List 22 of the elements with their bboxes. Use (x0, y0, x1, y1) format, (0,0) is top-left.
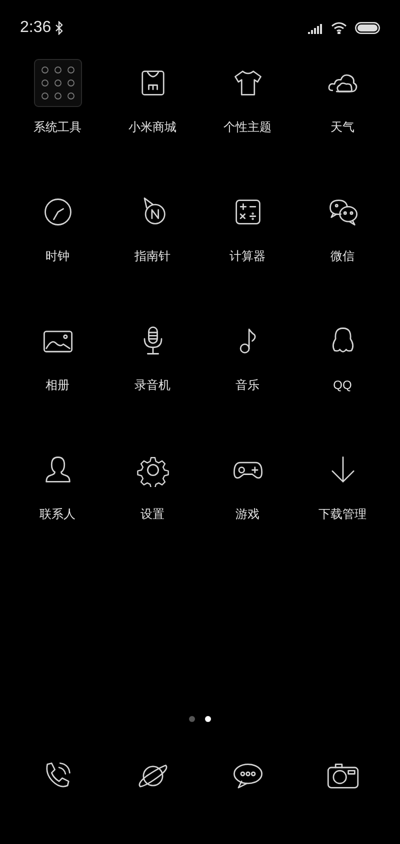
app-shortcut[interactable]: 时钟 (10, 187, 105, 265)
status-time: 2:36 (20, 18, 52, 38)
app-shortcut[interactable]: 个性主题 (200, 58, 295, 136)
app-shortcut[interactable]: 相册 (10, 316, 105, 394)
app-shortcut[interactable]: 指南针 (105, 187, 200, 265)
signal-icon (308, 22, 323, 34)
app-shortcut[interactable]: 音乐 (200, 316, 295, 394)
wifi-icon (331, 22, 347, 34)
app-shortcut[interactable]: 下载管理 (295, 445, 390, 523)
folder-icon (34, 59, 82, 107)
app-shortcut[interactable]: 小米商城 (105, 58, 200, 136)
battery-icon (355, 22, 380, 34)
app-shortcut[interactable]: 联系人 (10, 445, 105, 523)
app-shortcut[interactable]: 系统工具 (10, 58, 105, 136)
app-shortcut[interactable]: 天气 (295, 58, 390, 136)
app-shortcut[interactable]: 录音机 (105, 316, 200, 394)
app-shortcut[interactable]: QQ (295, 316, 390, 394)
app-shortcut[interactable]: 游戏 (200, 445, 295, 523)
bluetooth-icon (55, 21, 64, 35)
app-shortcut[interactable]: 设置 (105, 445, 200, 523)
app-shortcut[interactable]: 微信 (295, 187, 390, 265)
app-shortcut[interactable]: 计算器 (200, 187, 295, 265)
